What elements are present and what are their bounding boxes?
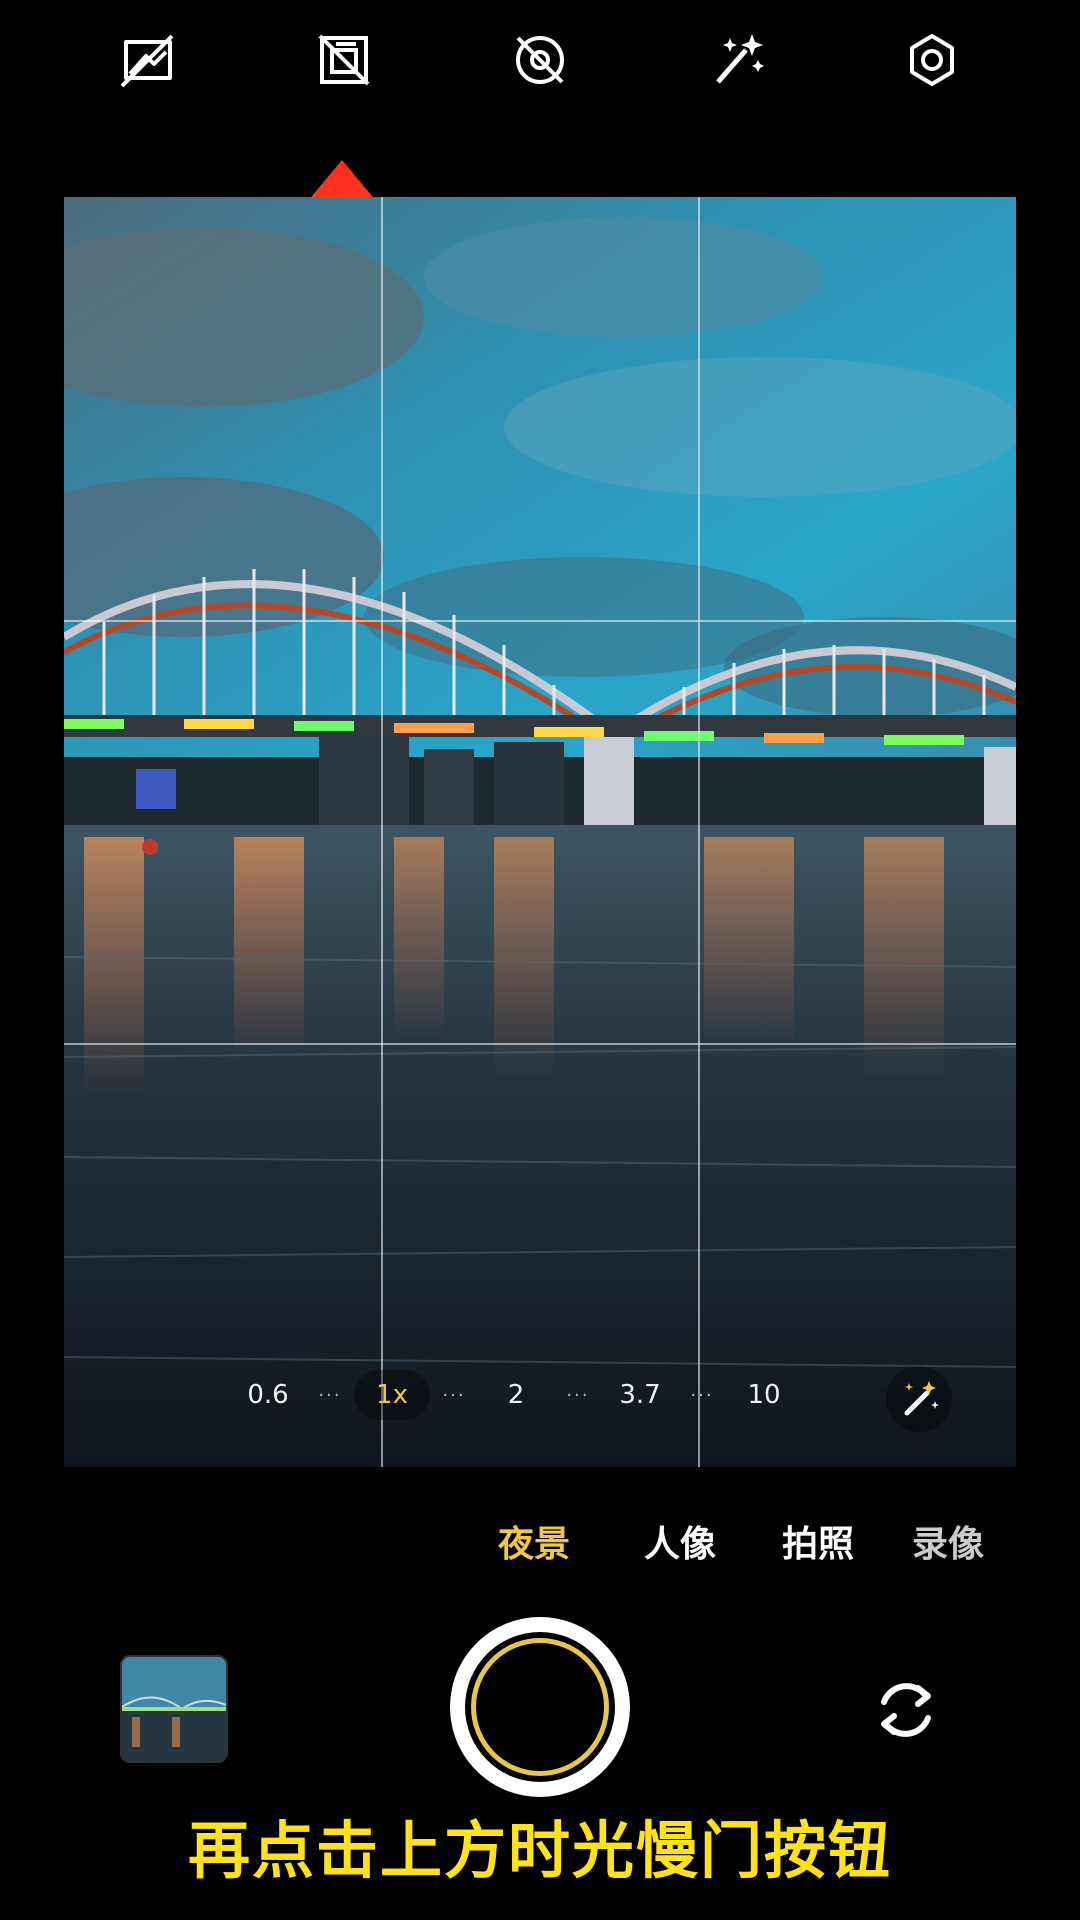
timer-off-icon[interactable]	[502, 22, 578, 98]
flash-off-icon[interactable]	[110, 22, 186, 98]
zoom-separator: ···	[566, 1384, 590, 1406]
top-toolbar	[0, 0, 1080, 130]
magic-wand-icon	[904, 1381, 939, 1416]
mode-night[interactable]: 夜景	[498, 1515, 570, 1567]
gallery-thumbnail[interactable]	[120, 1655, 228, 1763]
grid-line	[64, 620, 1016, 622]
live-photo-off-icon[interactable]	[306, 22, 382, 98]
live-preview-image	[64, 197, 1016, 1467]
settings-icon[interactable]	[894, 22, 970, 98]
zoom-separator: ···	[690, 1384, 714, 1406]
zoom-1x[interactable]: 1x	[354, 1370, 430, 1420]
switch-camera-button[interactable]	[868, 1672, 944, 1748]
grid-line	[381, 197, 383, 1467]
camera-viewfinder[interactable]	[64, 197, 1016, 1467]
zoom-separator: ···	[442, 1384, 466, 1406]
grid-line	[64, 1043, 1016, 1045]
mode-photo[interactable]: 拍照	[782, 1515, 854, 1567]
zoom-2[interactable]: 2	[478, 1370, 554, 1420]
magic-wand-button[interactable]	[886, 1366, 952, 1432]
mode-portrait[interactable]: 人像	[644, 1515, 716, 1567]
zoom-separator: ···	[318, 1384, 342, 1406]
shutter-button[interactable]	[450, 1617, 630, 1797]
thumbnail-image	[122, 1657, 226, 1761]
shutter-ring	[471, 1638, 609, 1776]
ai-enhance-icon[interactable]	[700, 22, 776, 98]
mode-selector: 夜景 人像 拍照 录像	[0, 1515, 1080, 1575]
switch-camera-icon	[881, 1683, 931, 1737]
zoom-10[interactable]: 10	[726, 1370, 802, 1420]
zoom-0.6[interactable]: 0.6	[230, 1370, 306, 1420]
tutorial-caption: 再点击上方时光慢门按钮	[187, 1814, 892, 1887]
grid-line	[698, 197, 700, 1467]
mode-video[interactable]: 录像	[912, 1515, 984, 1567]
zoom-selector: 0.6 ··· 1x ··· 2 ··· 3.7 ··· 10	[230, 1370, 802, 1420]
zoom-3.7[interactable]: 3.7	[602, 1370, 678, 1420]
